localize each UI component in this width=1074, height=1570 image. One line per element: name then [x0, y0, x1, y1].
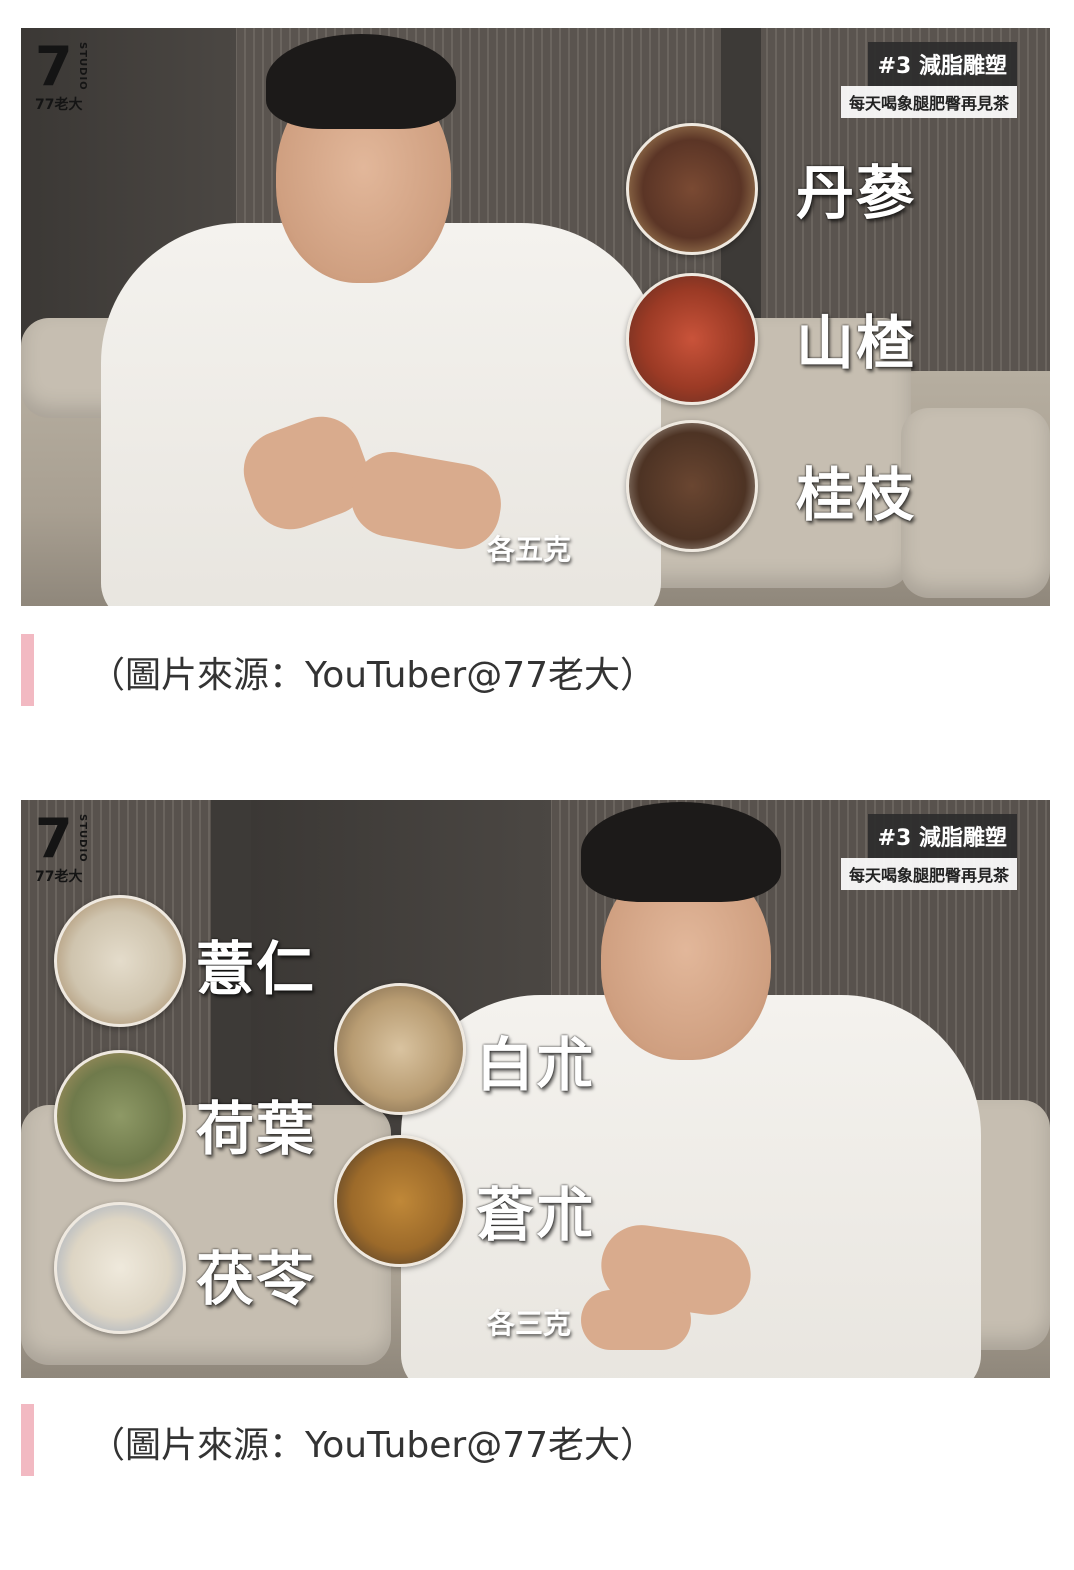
logo-name: 77老大	[35, 97, 83, 113]
image-caption: （圖片來源：YouTuber@77老大）	[21, 634, 1050, 706]
logo-studio-text: STUDIO	[77, 42, 88, 91]
caption-text: （圖片來源：YouTuber@77老大）	[89, 655, 657, 696]
video-still-1: 7 STUDIO 77老大 #3 減脂雕塑 每天喝象腿肥臀再見茶 丹蔘 山楂 桂…	[21, 28, 1050, 606]
lotus-leaf-icon	[54, 1050, 186, 1182]
amount-label: 各五克	[487, 533, 572, 566]
hair	[266, 34, 456, 129]
hair	[581, 802, 781, 902]
logo-mark: 7	[35, 807, 73, 870]
caption-accent-bar	[21, 634, 34, 706]
poria-cube-icon	[54, 1202, 186, 1334]
amount-label: 各三克	[487, 1307, 572, 1340]
logo-mark: 7	[35, 35, 73, 98]
subtitle-tag: 每天喝象腿肥臀再見茶	[840, 858, 1017, 890]
studio-logo: 7 STUDIO 77老大	[35, 807, 88, 886]
coix-seed-icon	[54, 895, 186, 1027]
hand	[581, 1290, 691, 1350]
image-caption: （圖片來源：YouTuber@77老大）	[21, 1404, 1050, 1476]
herb-label-hawthorn: 山楂	[796, 309, 917, 377]
caption-text: （圖片來源：YouTuber@77老大）	[89, 1425, 657, 1466]
herb-label-coix-seed: 薏仁	[196, 935, 317, 1003]
video-still-2: 7 STUDIO 77老大 #3 減脂雕塑 每天喝象腿肥臀再見茶 薏仁 荷葉 茯…	[21, 800, 1050, 1378]
episode-tag: #3 減脂雕塑	[867, 42, 1017, 86]
subtitle-tag: 每天喝象腿肥臀再見茶	[840, 86, 1017, 118]
episode-tag: #3 減脂雕塑	[867, 814, 1017, 858]
logo-name: 77老大	[35, 869, 83, 885]
dried-hawthorn-icon	[626, 273, 758, 405]
caption-accent-bar	[21, 1404, 34, 1476]
atractylodes-slice-icon	[334, 983, 466, 1115]
cinnamon-twig-icon	[626, 420, 758, 552]
dried-danshen-icon	[626, 123, 758, 255]
herb-label-baizhu: 白朮	[476, 1031, 597, 1099]
herb-label-cinnamon-twig: 桂枝	[796, 461, 917, 529]
herb-label-lotus-leaf: 荷葉	[196, 1095, 317, 1163]
herb-label-poria: 茯苓	[196, 1245, 317, 1313]
herb-label-cangzhu: 蒼朮	[476, 1181, 597, 1249]
herb-label-danshen: 丹蔘	[796, 159, 917, 227]
sofa-cushion	[901, 408, 1050, 598]
cangzhu-slice-icon	[334, 1135, 466, 1267]
studio-logo: 7 STUDIO 77老大	[35, 35, 88, 114]
logo-studio-text: STUDIO	[77, 814, 88, 863]
